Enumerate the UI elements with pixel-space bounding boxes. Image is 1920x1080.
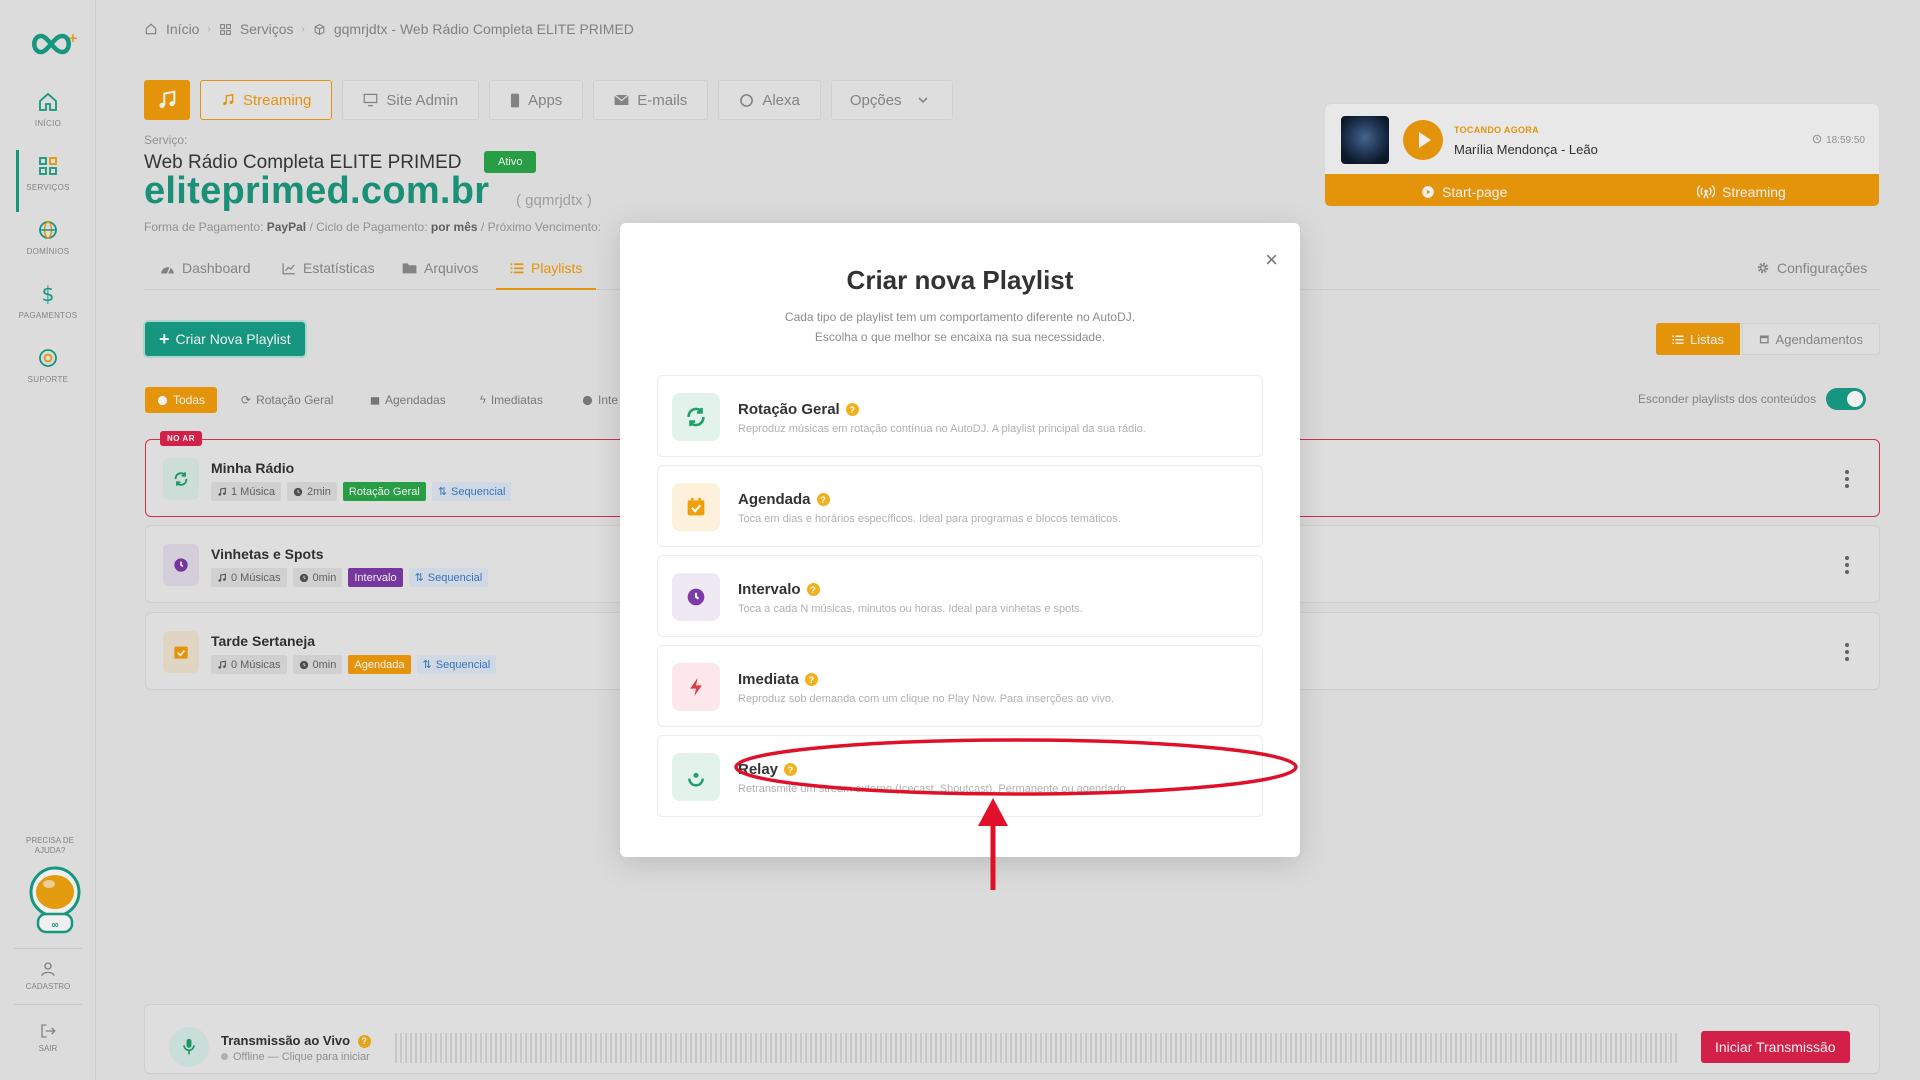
- refresh-icon: [672, 393, 720, 441]
- option-description: Reproduz sob demanda com um clique no Pl…: [738, 693, 1115, 705]
- option-imediata[interactable]: Imediata? Reproduz sob demanda com um cl…: [657, 645, 1263, 727]
- help-icon[interactable]: ?: [816, 493, 830, 506]
- calendar-check-icon: [672, 483, 720, 531]
- relay-icon: [672, 753, 720, 801]
- modal-desc-line: Cada tipo de playlist tem um comportamen…: [784, 310, 1136, 324]
- help-icon[interactable]: ?: [804, 673, 818, 686]
- help-icon[interactable]: ?: [784, 763, 798, 776]
- option-agendada[interactable]: Agendada? Toca em dias e horários especí…: [657, 465, 1263, 547]
- option-title-text: Imediata: [738, 671, 799, 688]
- option-title-text: Rotação Geral: [738, 401, 840, 418]
- modal-description: Cada tipo de playlist tem um comportamen…: [620, 307, 1300, 347]
- modal-desc-line: Escolha o que melhor se encaixa na sua n…: [814, 330, 1106, 344]
- option-description: Toca em dias e horários específicos. Ide…: [738, 513, 1121, 525]
- help-icon[interactable]: ?: [806, 583, 820, 596]
- option-title-text: Agendada: [738, 491, 811, 508]
- option-title: Imediata?: [738, 671, 818, 688]
- option-intervalo[interactable]: Intervalo? Toca a cada N músicas, minuto…: [657, 555, 1263, 637]
- modal-title: Criar nova Playlist: [846, 265, 1074, 295]
- bolt-icon: [672, 663, 720, 711]
- option-title: Relay?: [738, 761, 798, 778]
- option-title-text: Relay: [738, 761, 779, 778]
- option-relay[interactable]: Relay? Retransmite um stream externo (Ic…: [657, 735, 1263, 817]
- option-description: Toca a cada N músicas, minutos ou horas.…: [738, 603, 1083, 615]
- clock-icon: [672, 573, 720, 621]
- option-title: Intervalo?: [738, 581, 820, 598]
- help-icon[interactable]: ?: [845, 403, 859, 416]
- option-title: Rotação Geral?: [738, 401, 859, 418]
- option-description: Retransmite um stream externo (Icecast, …: [738, 783, 1129, 795]
- option-title: Agendada?: [738, 491, 830, 508]
- option-description: Reproduz músicas em rotação contínua no …: [738, 423, 1146, 435]
- option-rotacao-geral[interactable]: Rotação Geral? Reproduz músicas em rotaç…: [657, 375, 1263, 457]
- option-title-text: Intervalo: [738, 581, 801, 598]
- create-playlist-modal: × Criar nova Playlist Cada tipo de playl…: [620, 223, 1300, 857]
